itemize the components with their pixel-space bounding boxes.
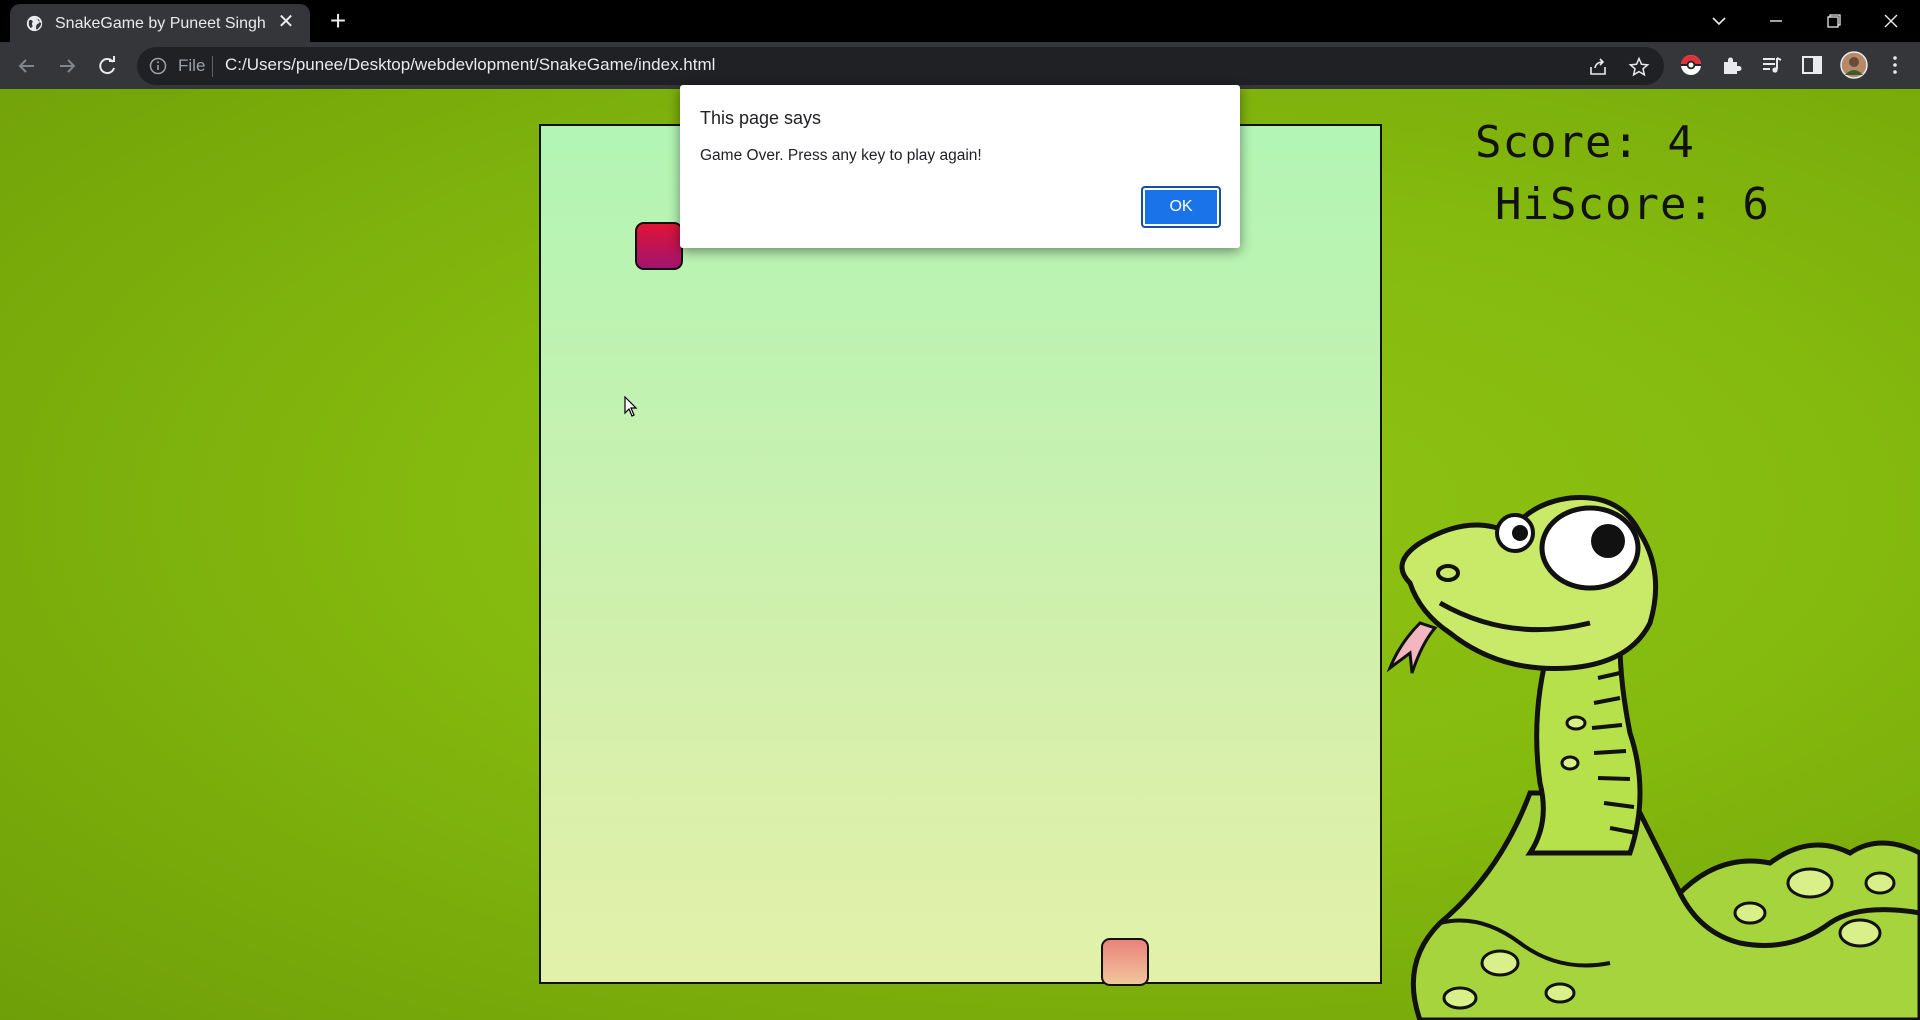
forward-icon[interactable]: [53, 52, 81, 80]
hiscore-display: HiScore: 6: [1495, 179, 1770, 230]
dialog-message: Game Over. Press any key to play again!: [700, 147, 982, 164]
tab-search-icon[interactable]: [1699, 6, 1739, 36]
alert-dialog: This page says Game Over. Press any key …: [680, 85, 1240, 248]
mouse-cursor-icon: [624, 396, 638, 417]
minimize-icon[interactable]: [1756, 6, 1796, 36]
bookmark-star-icon[interactable]: [1628, 56, 1650, 78]
new-tab-button[interactable]: +: [325, 7, 351, 35]
scheme-label: File: [178, 56, 206, 75]
snake-head-cell: [1101, 938, 1149, 986]
url-text[interactable]: C:/Users/punee/Desktop/webdevlopment/Sna…: [225, 55, 715, 75]
reload-icon[interactable]: [93, 52, 121, 80]
share-icon[interactable]: [1587, 56, 1609, 78]
browser-toolbar: File C:/Users/punee/Desktop/webdevlopmen…: [0, 42, 1920, 89]
browser-tab[interactable]: SnakeGame by Puneet Singh ✕: [10, 4, 310, 42]
back-icon[interactable]: [13, 52, 41, 80]
extensions-puzzle-icon[interactable]: [1720, 53, 1744, 77]
tab-strip: SnakeGame by Puneet Singh ✕ +: [0, 0, 1920, 42]
score-display: Score: 4: [1475, 117, 1695, 168]
close-window-icon[interactable]: [1871, 6, 1911, 36]
address-bar[interactable]: File C:/Users/punee/Desktop/webdevlopmen…: [137, 47, 1664, 85]
tab-close-icon[interactable]: ✕: [276, 12, 296, 32]
ok-button[interactable]: OK: [1141, 186, 1221, 228]
cartoon-snake-illustration: [1386, 494, 1920, 1020]
omnibox-divider: [212, 56, 213, 77]
food-cell: [635, 222, 683, 270]
media-queue-icon[interactable]: [1760, 53, 1784, 77]
restore-icon[interactable]: [1813, 6, 1853, 36]
tab-title: SnakeGame by Puneet Singh: [55, 15, 266, 32]
profile-avatar[interactable]: [1840, 51, 1868, 79]
game-board[interactable]: [539, 124, 1382, 986]
dialog-title: This page says: [700, 108, 822, 128]
info-icon[interactable]: [149, 57, 167, 75]
side-panel-icon[interactable]: [1800, 53, 1824, 77]
menu-kebab-icon[interactable]: [1883, 53, 1907, 77]
pokeball-extension-icon[interactable]: [1679, 53, 1703, 77]
globe-icon: [26, 15, 43, 32]
